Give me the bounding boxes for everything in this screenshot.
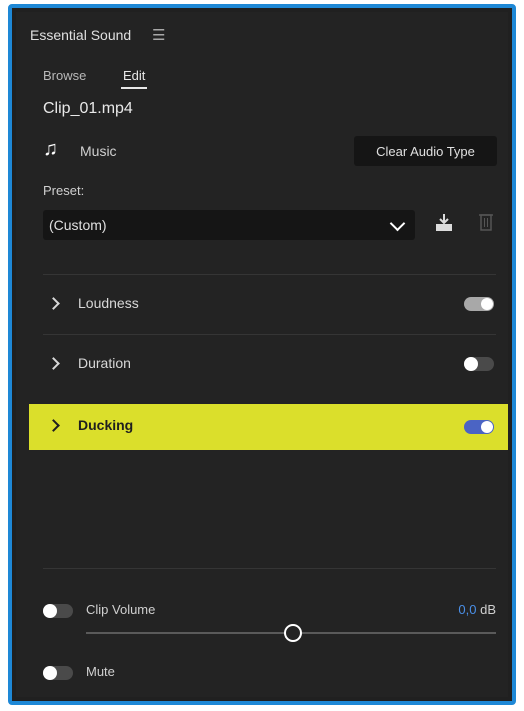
save-preset-icon[interactable] — [434, 212, 454, 232]
mute-label: Mute — [86, 664, 115, 679]
essential-sound-panel: Essential Sound ☰ Browse Edit Clip_01.mp… — [16, 12, 508, 697]
loudness-toggle[interactable] — [464, 297, 494, 311]
section-loudness[interactable]: Loudness — [29, 282, 508, 326]
chevron-right-icon — [47, 297, 60, 310]
clear-audio-type-button[interactable]: Clear Audio Type — [354, 136, 497, 166]
clip-volume-unit: dB — [480, 602, 496, 617]
clip-volume-slider-thumb[interactable] — [284, 624, 302, 642]
preset-label: Preset: — [43, 183, 85, 198]
duration-toggle[interactable] — [464, 357, 494, 371]
chevron-right-icon — [47, 419, 60, 432]
mute-toggle[interactable] — [43, 666, 73, 680]
panel-title: Essential Sound — [30, 27, 132, 43]
tab-browse[interactable]: Browse — [43, 68, 86, 83]
clip-volume-value[interactable]: 0,0 dB — [458, 602, 496, 617]
clip-volume-toggle[interactable] — [43, 604, 73, 618]
clip-name: Clip_01.mp4 — [43, 100, 133, 117]
clip-volume-number[interactable]: 0,0 — [458, 602, 476, 617]
section-ducking[interactable]: Ducking — [29, 404, 508, 450]
section-label: Ducking — [78, 417, 134, 433]
essential-sound-window: Essential Sound ☰ Browse Edit Clip_01.mp… — [8, 4, 516, 705]
music-note-icon: ♫ — [43, 138, 58, 160]
clip-volume-label: Clip Volume — [86, 602, 156, 617]
divider — [43, 568, 496, 569]
chevron-right-icon — [47, 357, 60, 370]
trash-icon — [479, 214, 493, 231]
divider — [43, 274, 496, 275]
section-duration[interactable]: Duration — [29, 342, 508, 386]
section-label: Duration — [78, 355, 131, 371]
preset-dropdown[interactable]: (Custom) — [43, 210, 415, 240]
preset-value: (Custom) — [49, 217, 107, 233]
divider — [43, 334, 496, 335]
hamburger-icon[interactable]: ☰ — [152, 26, 165, 44]
audio-type-label: Music — [80, 143, 117, 159]
section-label: Loudness — [78, 295, 139, 311]
chevron-down-icon — [389, 215, 406, 232]
ducking-toggle[interactable] — [464, 420, 494, 434]
tab-edit[interactable]: Edit — [120, 68, 148, 89]
